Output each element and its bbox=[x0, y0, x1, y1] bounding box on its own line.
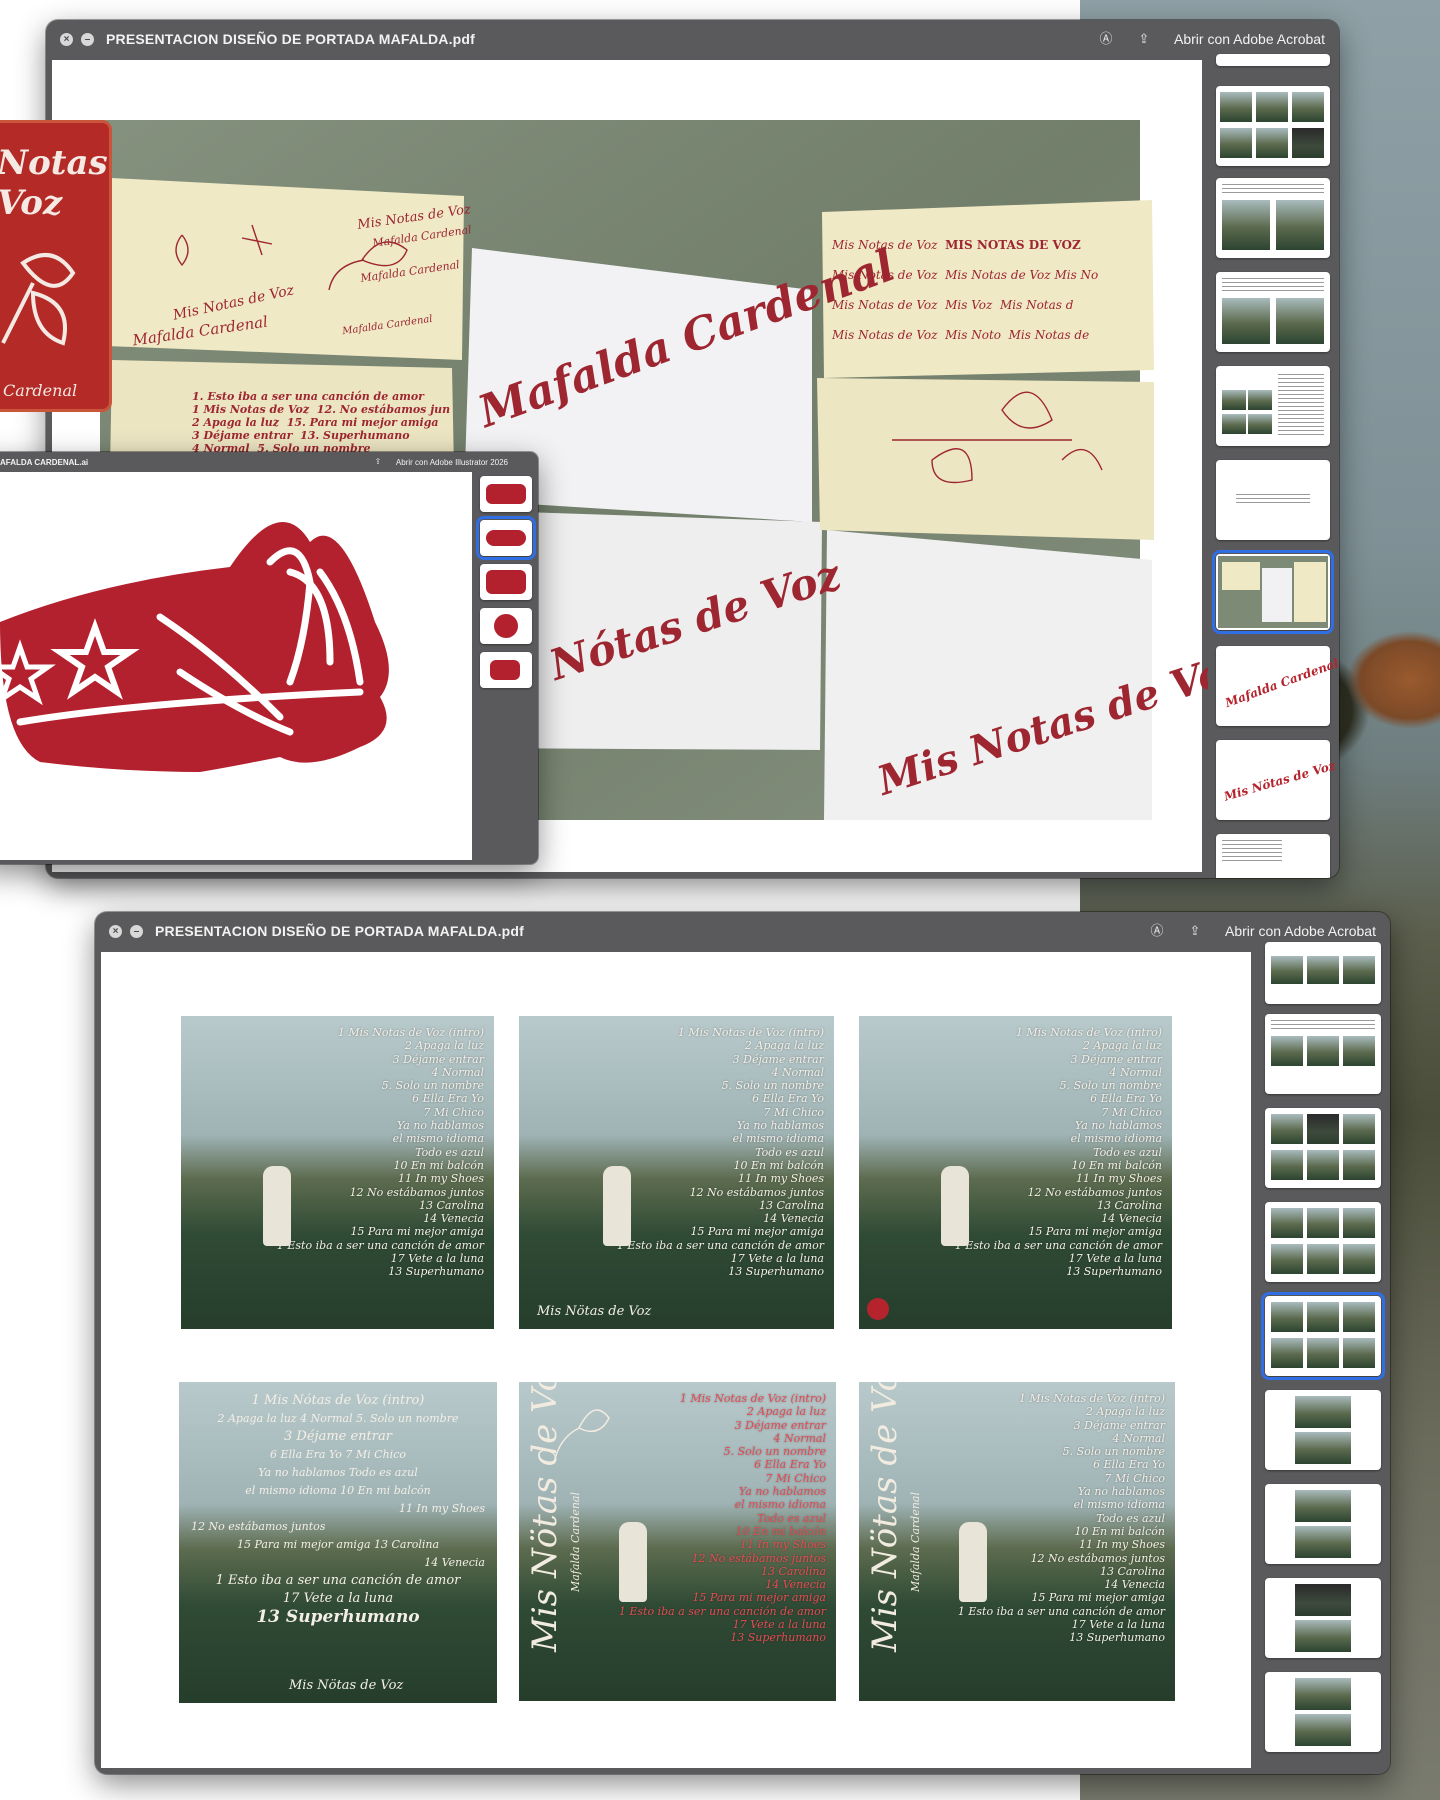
pdf-page: 1 Mis Notas de Voz (intro) 2 Apaga la luz… bbox=[101, 952, 1251, 1768]
minimize-icon[interactable]: – bbox=[81, 32, 94, 46]
thumb-caption: Mis Nötas de Voz bbox=[1222, 758, 1337, 804]
tracklist: 1 Mis Notas de Voz (intro) 2 Apaga la luz… bbox=[957, 1392, 1165, 1645]
artboard-thumbnail-selected[interactable] bbox=[476, 516, 536, 560]
album-cover-variant: 1 Mis Notas de Voz (intro) 2 Apaga la luz… bbox=[519, 1016, 834, 1329]
photo-label: Mafalda Cardenal bbox=[359, 258, 461, 285]
cover-signature: Mis Nötas de Voz bbox=[289, 1678, 404, 1693]
tracklist: 1 Mis Notas de Voz (intro) 2 Apaga la luz… bbox=[954, 1026, 1162, 1279]
vertical-subtitle: Mafalda Cardenal bbox=[909, 1492, 922, 1593]
open-with-acrobat-button[interactable]: Abrir con Adobe Acrobat bbox=[1174, 31, 1325, 47]
track: 1. Esto iba a ser una canción de amor bbox=[192, 390, 424, 403]
page-thumbnail[interactable] bbox=[1265, 1578, 1381, 1658]
big-script-notas-right: Mis Notas de Vo bbox=[872, 648, 1231, 805]
artboard-thumbnails[interactable] bbox=[476, 476, 536, 856]
markup-icon[interactable]: Ⓐ bbox=[1098, 31, 1114, 47]
figure-in-field bbox=[959, 1522, 987, 1602]
album-cover-variant: Mis Nötas de Voz Mafalda Cardenal 1 Mis … bbox=[519, 1382, 836, 1701]
page-thumbnail[interactable] bbox=[1216, 460, 1330, 540]
flower-doodle-icon bbox=[553, 1409, 610, 1464]
titlebar[interactable]: × – PRESENTACION DISEÑO DE PORTADA MAFAL… bbox=[46, 20, 1339, 58]
page-thumbnail[interactable] bbox=[1216, 834, 1330, 878]
close-icon[interactable]: × bbox=[109, 924, 122, 938]
titlebar[interactable]: AFALDA CARDENAL.ai ⇪ Abrir con Adobe Ill… bbox=[0, 452, 538, 472]
tracklist: 1 Mis Notas de Voz (intro) 2 Apaga la luz… bbox=[276, 1026, 484, 1279]
figure-in-field bbox=[619, 1522, 647, 1602]
figure-in-field bbox=[941, 1166, 969, 1246]
page-thumbnail[interactable] bbox=[1216, 54, 1330, 66]
thumbnail-sidebar[interactable] bbox=[1257, 942, 1390, 1774]
close-icon[interactable]: × bbox=[60, 32, 73, 46]
minimize-icon[interactable]: – bbox=[130, 924, 143, 938]
window-title: PRESENTACION DISEÑO DE PORTADA MAFALDA.p… bbox=[155, 923, 525, 939]
right-sheet-labels: Mis Notas de Voz MIS NOTAS DE VOZ Mis No… bbox=[832, 238, 1099, 342]
artboard-thumbnail[interactable] bbox=[480, 476, 532, 512]
artboard-thumbnail[interactable] bbox=[480, 608, 532, 644]
album-cover-variant: 1 Mis Nótas de Voz (intro) 2 Apaga la luz… bbox=[179, 1382, 497, 1703]
track: 1 Mis Notas de Voz 12. No estábamos jun bbox=[192, 403, 451, 416]
page-thumbnail[interactable] bbox=[1216, 366, 1330, 446]
photo-label: Mafalda Cardenal bbox=[341, 313, 434, 338]
window-title: PRESENTACION DISEÑO DE PORTADA MAFALDA.p… bbox=[106, 31, 476, 47]
page-thumbnail[interactable] bbox=[1265, 1484, 1381, 1564]
page-thumbnail[interactable] bbox=[1216, 272, 1330, 352]
red-logo-card: Notas Voz Cardenal bbox=[0, 120, 112, 412]
artboard-thumbnail[interactable] bbox=[480, 564, 532, 600]
titlebar[interactable]: × – PRESENTACION DISEÑO DE PORTADA MAFAL… bbox=[95, 912, 1390, 950]
flower-logo-icon bbox=[1, 253, 76, 346]
photo-track-list: 1. Esto iba a ser una canción de amor 1 … bbox=[192, 390, 450, 455]
page-thumbnail[interactable] bbox=[1265, 942, 1381, 1004]
open-with-acrobat-button[interactable]: Abrir con Adobe Acrobat bbox=[1225, 923, 1376, 939]
page-thumbnail[interactable] bbox=[1265, 1014, 1381, 1094]
butterfly-logo-artwork bbox=[0, 522, 389, 772]
page-thumbnail[interactable]: Mafalda Cardenal bbox=[1216, 646, 1339, 726]
red-card-title: Notas Voz bbox=[0, 143, 108, 223]
figure-in-field bbox=[263, 1166, 291, 1246]
page-thumbnail[interactable] bbox=[1216, 178, 1330, 258]
page-thumbnail[interactable] bbox=[1216, 86, 1330, 166]
markup-icon[interactable]: Ⓐ bbox=[1149, 923, 1165, 939]
figure-in-field bbox=[603, 1166, 631, 1246]
artboard bbox=[0, 472, 472, 860]
page-thumbnail[interactable]: Mis Nötas de Voz bbox=[1216, 740, 1337, 820]
page-thumbnail[interactable] bbox=[1265, 1108, 1381, 1188]
share-icon[interactable]: ⇪ bbox=[1187, 923, 1203, 939]
big-script-notas: is Nótas de Voz bbox=[492, 549, 847, 707]
cover-signature: Mis Nötas de Voz bbox=[537, 1304, 652, 1319]
tracklist: 1 Mis Notas de Voz (intro) 2 Apaga la luz… bbox=[618, 1392, 826, 1645]
artboard-thumbnail[interactable] bbox=[480, 652, 532, 688]
vertical-subtitle: Mafalda Cardenal bbox=[569, 1492, 582, 1593]
pdf-window-bottom[interactable]: × – PRESENTACION DISEÑO DE PORTADA MAFAL… bbox=[95, 912, 1390, 1774]
thumbnail-sidebar[interactable]: Mafalda Cardenal Mis Nötas de Voz bbox=[1208, 54, 1339, 878]
illustrator-window[interactable]: AFALDA CARDENAL.ai ⇪ Abrir con Adobe Ill… bbox=[0, 452, 538, 864]
page-thumbnail[interactable] bbox=[1265, 1390, 1381, 1470]
track: 2 Apaga la luz 15. Para mi mejor amiga bbox=[192, 416, 439, 429]
page-thumbnail-selected[interactable] bbox=[1261, 1292, 1385, 1380]
album-cover-variant: 1 Mis Notas de Voz (intro) 2 Apaga la luz… bbox=[859, 1016, 1172, 1329]
cover4-tracklist: 1 Mis Nótas de Voz (intro) 2 Apaga la luz… bbox=[191, 1393, 485, 1627]
red-card-footer: Cardenal bbox=[3, 381, 78, 400]
page-thumbnail[interactable] bbox=[1265, 1202, 1381, 1282]
window-title: AFALDA CARDENAL.ai bbox=[0, 457, 89, 467]
album-cover-variant: Mis Nötas de Voz Mafalda Cardenal 1 Mis … bbox=[859, 1382, 1175, 1701]
share-icon[interactable]: ⇪ bbox=[370, 454, 386, 470]
share-icon[interactable]: ⇪ bbox=[1136, 31, 1152, 47]
open-with-illustrator-button[interactable]: Abrir con Adobe Illustrator 2026 bbox=[396, 458, 508, 467]
red-seal-icon bbox=[867, 1298, 889, 1320]
page-thumbnail-selected[interactable] bbox=[1212, 550, 1334, 634]
tracklist: 1 Mis Notas de Voz (intro) 2 Apaga la luz… bbox=[616, 1026, 824, 1279]
page-thumbnail[interactable] bbox=[1265, 1672, 1381, 1752]
track: 3 Déjame entrar 13. Superhumano bbox=[192, 429, 410, 442]
album-cover-variant: 1 Mis Notas de Voz (intro) 2 Apaga la luz… bbox=[181, 1016, 494, 1329]
thumb-caption: Mafalda Cardenal bbox=[1223, 655, 1339, 711]
